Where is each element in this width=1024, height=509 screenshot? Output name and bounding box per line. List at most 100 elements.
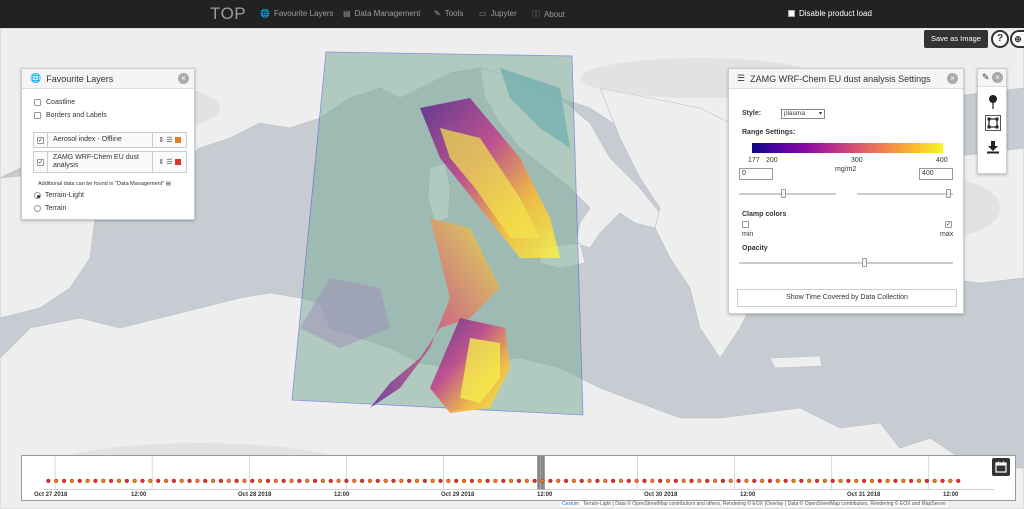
- timeline-data-marker[interactable]: [187, 478, 192, 483]
- timeline-data-marker[interactable]: [148, 478, 153, 483]
- range-min-input[interactable]: 0: [739, 168, 773, 180]
- timeline-data-marker[interactable]: [854, 478, 859, 483]
- disable-product-load-checkbox[interactable]: [788, 10, 795, 17]
- timeline-data-marker[interactable]: [665, 478, 671, 483]
- timeline-data-marker[interactable]: [650, 478, 655, 483]
- help-button[interactable]: ?: [991, 30, 1009, 48]
- timeline-data-marker[interactable]: [85, 478, 90, 483]
- timeline-data-marker[interactable]: [728, 478, 733, 483]
- timeline-data-marker[interactable]: [273, 478, 278, 483]
- timeline-data-marker[interactable]: [814, 478, 820, 483]
- timeline-data-marker[interactable]: [203, 478, 208, 483]
- timeline-data-marker[interactable]: [956, 478, 961, 483]
- timeline-data-marker[interactable]: [132, 478, 137, 483]
- nav-data-management[interactable]: ▤ Data Management: [343, 9, 420, 18]
- aerosol-index-checkbox[interactable]: ✓: [37, 136, 44, 144]
- timeline-data-marker[interactable]: [93, 478, 98, 483]
- globe-button[interactable]: ⊕: [1010, 30, 1024, 48]
- timeline-data-marker[interactable]: [109, 478, 114, 483]
- settings-header[interactable]: ☰ ZAMG WRF-Chem EU dust analysis Setting…: [729, 69, 963, 89]
- timeline-data-marker[interactable]: [548, 478, 553, 483]
- range-min-slider[interactable]: [739, 193, 836, 195]
- timeline-data-marker[interactable]: [493, 478, 498, 483]
- timeline-data-marker[interactable]: [603, 478, 608, 483]
- timeline-data-marker[interactable]: [689, 478, 694, 483]
- timeline-data-marker[interactable]: [101, 478, 106, 483]
- timeline-data-marker[interactable]: [705, 478, 710, 483]
- timeline-data-marker[interactable]: [156, 478, 161, 483]
- timeline-data-marker[interactable]: [720, 478, 726, 483]
- timeline-data-marker[interactable]: [532, 478, 537, 483]
- timeline-data-marker[interactable]: [673, 478, 678, 483]
- timeline-data-marker[interactable]: [807, 478, 812, 483]
- close-icon[interactable]: ×: [992, 72, 1003, 83]
- layer-item-aerosol-index[interactable]: ✓ Aerosol index - Offline ⇕ ☰: [33, 132, 187, 148]
- layer-checkbox-cell[interactable]: ✓: [34, 133, 48, 147]
- timeline-data-marker[interactable]: [430, 478, 435, 483]
- baselayer-terrain[interactable]: Terrain: [34, 205, 66, 212]
- timeline-data-marker[interactable]: [469, 478, 475, 483]
- timeline-data-marker[interactable]: [563, 478, 569, 483]
- show-time-coverage-button[interactable]: Show Time Covered by Data Collection: [737, 289, 957, 307]
- timeline-data-marker[interactable]: [634, 478, 639, 483]
- timeline-data-marker[interactable]: [218, 478, 224, 483]
- timeline-data-marker[interactable]: [446, 478, 451, 483]
- timeline-data-marker[interactable]: [360, 478, 365, 483]
- timeline-data-marker[interactable]: [242, 478, 247, 483]
- pin-tool-button[interactable]: [985, 94, 1001, 110]
- layer-color-swatch[interactable]: [174, 137, 181, 143]
- timeline-data-marker[interactable]: [69, 478, 75, 483]
- timeline-data-marker[interactable]: [540, 478, 545, 483]
- timeline-data-marker[interactable]: [822, 478, 827, 483]
- timeline-data-marker[interactable]: [595, 478, 600, 483]
- timeline-data-marker[interactable]: [783, 478, 788, 483]
- timeline-data-marker[interactable]: [877, 478, 882, 483]
- timeline-data-marker[interactable]: [344, 478, 349, 483]
- timeline-data-marker[interactable]: [461, 478, 467, 483]
- timeline-data-marker[interactable]: [744, 478, 749, 483]
- timeline-data-marker[interactable]: [163, 478, 169, 483]
- timeline-data-marker[interactable]: [799, 478, 804, 483]
- timeline-data-marker[interactable]: [422, 478, 427, 483]
- timeline-data-marker[interactable]: [940, 478, 945, 483]
- opacity-handle[interactable]: [862, 258, 867, 267]
- timeline-data-marker[interactable]: [830, 478, 835, 483]
- timeline-data-marker[interactable]: [234, 478, 239, 483]
- nav-favourite-layers[interactable]: 🌐 Favourite Layers: [260, 9, 334, 18]
- terrain-radio[interactable]: [34, 205, 41, 212]
- app-brand[interactable]: TOP: [210, 4, 246, 24]
- layer-checkbox-cell[interactable]: ✓: [34, 152, 48, 172]
- close-icon[interactable]: ×: [178, 73, 189, 84]
- clamp-max-checkbox[interactable]: ✓: [945, 221, 952, 228]
- timeline-data-marker[interactable]: [571, 478, 576, 483]
- timeline-data-marker[interactable]: [61, 478, 67, 483]
- timeline-data-marker[interactable]: [116, 478, 122, 483]
- timeline-data-marker[interactable]: [932, 478, 937, 483]
- overlay-borders-labels[interactable]: Borders and Labels: [34, 112, 107, 119]
- timeline-data-marker[interactable]: [861, 478, 867, 483]
- timeline-data-marker[interactable]: [752, 478, 757, 483]
- range-max-input[interactable]: 400: [919, 168, 953, 180]
- clamp-min-checkbox[interactable]: [742, 221, 749, 228]
- timeline-data-marker[interactable]: [140, 478, 145, 483]
- timeline-data-marker[interactable]: [77, 478, 82, 483]
- timeline-data-marker[interactable]: [901, 478, 906, 483]
- timeline-data-marker[interactable]: [297, 478, 302, 483]
- timeline-data-marker[interactable]: [328, 478, 333, 483]
- sliders-icon[interactable]: ☰: [166, 136, 172, 144]
- nav-jupyter[interactable]: ▭ Jupyter: [479, 9, 517, 18]
- range-max-handle[interactable]: [946, 189, 951, 198]
- borders-labels-checkbox[interactable]: [34, 112, 41, 119]
- timeline-data-marker[interactable]: [226, 478, 231, 483]
- opacity-slider[interactable]: [739, 262, 953, 264]
- nav-about[interactable]: ⓘ About: [532, 9, 565, 20]
- nav-tools[interactable]: ✎ Tools: [434, 9, 463, 18]
- timeline-data-marker[interactable]: [909, 478, 914, 483]
- terrain-light-radio[interactable]: [34, 192, 41, 199]
- overlay-coastline[interactable]: Coastline: [34, 99, 75, 106]
- timeline-data-marker[interactable]: [320, 478, 325, 483]
- timeline-data-marker[interactable]: [477, 478, 482, 483]
- timeline-data-marker[interactable]: [509, 478, 514, 483]
- download-tool-button[interactable]: [985, 139, 1001, 155]
- timeline-data-marker[interactable]: [760, 478, 765, 483]
